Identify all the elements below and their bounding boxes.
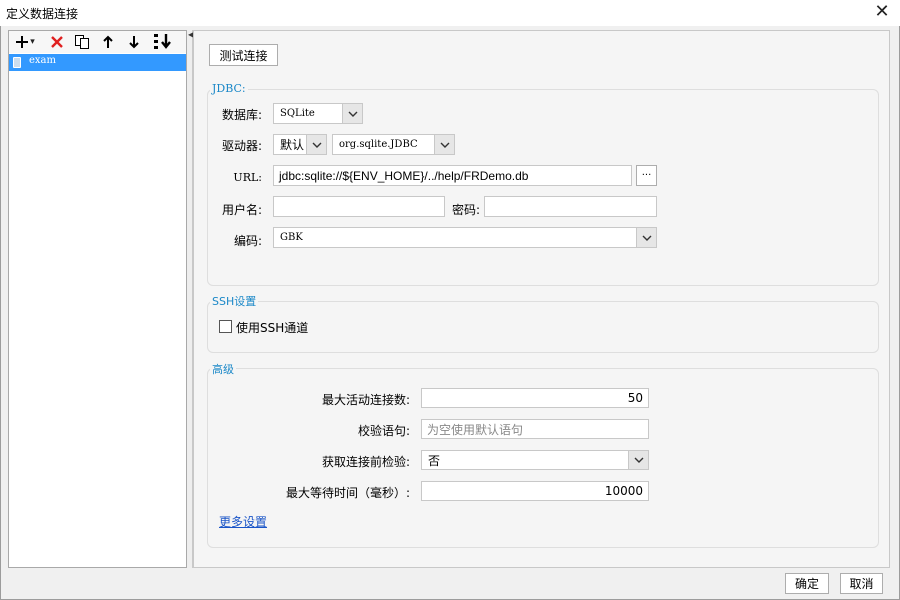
copy-connection-button[interactable] bbox=[72, 31, 92, 53]
driver-label: 驱动器: bbox=[221, 139, 262, 153]
copy-icon bbox=[75, 35, 89, 49]
connection-name: exam bbox=[29, 55, 57, 66]
driver-class-select[interactable]: org.sqlite.JDBC bbox=[332, 134, 455, 155]
chevron-down-icon bbox=[306, 135, 326, 154]
chevron-down-icon bbox=[342, 104, 362, 123]
list-item[interactable]: exam bbox=[9, 54, 186, 71]
test-before-select[interactable]: 否 bbox=[421, 450, 649, 470]
encoding-value: GBK bbox=[280, 232, 303, 243]
connection-toolbar: ▾ bbox=[9, 31, 186, 53]
driver-mode-value: 默认 bbox=[280, 138, 305, 152]
move-up-button[interactable] bbox=[98, 31, 118, 53]
database-value: SQLite bbox=[280, 108, 315, 119]
encoding-select[interactable]: GBK bbox=[273, 227, 657, 248]
window-title: 定义数据连接 bbox=[6, 7, 79, 21]
test-before-value: 否 bbox=[428, 453, 441, 468]
validation-query-label: 校验语句: bbox=[357, 424, 410, 438]
delete-connection-button[interactable] bbox=[47, 31, 67, 53]
username-input[interactable] bbox=[273, 196, 445, 217]
ok-button[interactable]: 确定 bbox=[785, 573, 829, 594]
chevron-down-icon bbox=[628, 451, 648, 469]
max-active-input[interactable]: 50 bbox=[421, 388, 649, 408]
driver-mode-select[interactable]: 默认 bbox=[273, 134, 327, 155]
arrow-down-icon bbox=[129, 36, 139, 49]
test-connection-button[interactable]: 测试连接 bbox=[209, 44, 278, 66]
advanced-group-title: 高级 bbox=[210, 361, 236, 377]
sort-down-icon bbox=[154, 34, 171, 49]
max-wait-input[interactable]: 10000 bbox=[421, 481, 649, 501]
driver-class-value: org.sqlite.JDBC bbox=[339, 139, 418, 150]
chevron-down-icon: ▾ bbox=[30, 37, 35, 47]
sort-button[interactable] bbox=[151, 31, 175, 53]
ssh-group-title: SSH设置 bbox=[210, 293, 259, 309]
title-bar: 定义数据连接 ✕ bbox=[0, 0, 900, 26]
use-ssh-label: 使用SSH通道 bbox=[236, 321, 309, 335]
chevron-down-icon bbox=[636, 228, 656, 247]
password-input[interactable] bbox=[484, 196, 657, 217]
cancel-button[interactable]: 取消 bbox=[840, 573, 883, 594]
plus-icon bbox=[16, 36, 29, 48]
jdbc-group-title: JDBC: bbox=[210, 82, 248, 95]
chevron-down-icon bbox=[434, 135, 454, 154]
validation-query-input[interactable]: 为空使用默认语句 bbox=[421, 419, 649, 439]
url-more-button[interactable]: ··· bbox=[636, 165, 657, 186]
more-settings-link[interactable]: 更多设置 bbox=[219, 513, 267, 530]
max-wait-label: 最大等待时间（毫秒）: bbox=[285, 486, 410, 500]
database-icon bbox=[13, 57, 21, 68]
database-select[interactable]: SQLite bbox=[273, 103, 363, 124]
url-input[interactable]: jdbc:sqlite://${ENV_HOME}/../help/FRDemo… bbox=[273, 165, 632, 186]
add-connection-button[interactable]: ▾ bbox=[13, 31, 37, 53]
move-down-button[interactable] bbox=[124, 31, 144, 53]
encoding-label: 编码: bbox=[233, 234, 262, 248]
close-icon[interactable]: ✕ bbox=[872, 3, 892, 23]
username-label: 用户名: bbox=[221, 203, 262, 217]
delete-x-icon bbox=[51, 36, 63, 48]
url-label: URL: bbox=[233, 171, 262, 184]
password-label: 密码: bbox=[451, 203, 480, 217]
database-label: 数据库: bbox=[221, 108, 262, 122]
validation-query-placeholder: 为空使用默认语句 bbox=[427, 422, 524, 437]
connection-list-panel bbox=[8, 30, 187, 568]
use-ssh-checkbox[interactable] bbox=[219, 320, 232, 333]
max-active-label: 最大活动连接数: bbox=[321, 393, 410, 407]
arrow-up-icon bbox=[103, 35, 113, 48]
test-before-label: 获取连接前检验: bbox=[321, 455, 410, 469]
